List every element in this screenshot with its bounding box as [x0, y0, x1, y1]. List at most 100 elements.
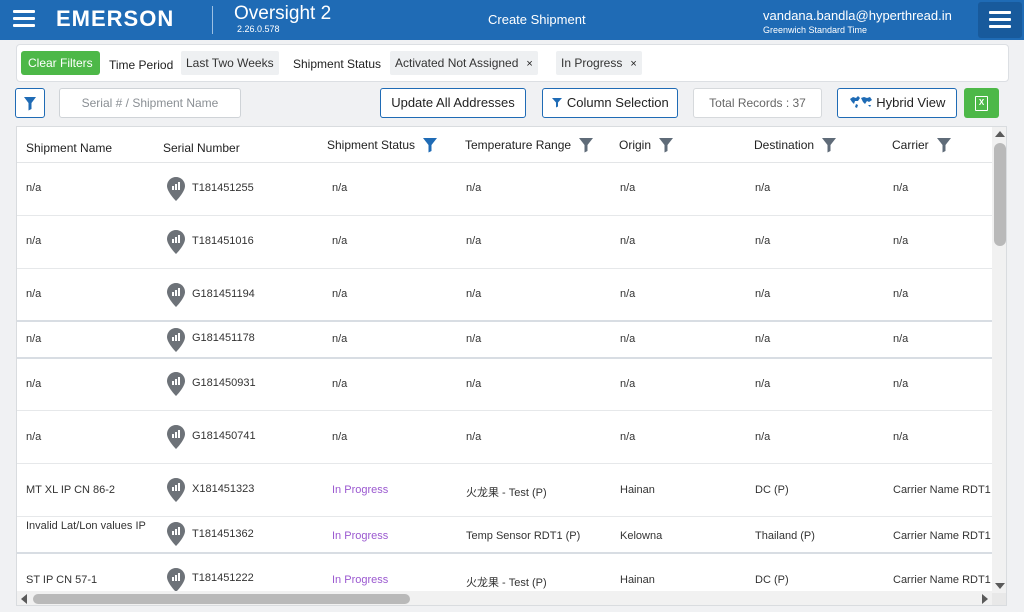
table-row[interactable]: n/a T181451255 n/a n/a n/a n/a n/a [17, 163, 992, 216]
destination-cell: Thailand (P) [755, 530, 815, 542]
column-filter-icon[interactable] [658, 137, 674, 153]
shipment-name-cell: ST IP CN 57-1 [26, 574, 98, 586]
column-filter-icon[interactable] [422, 137, 438, 153]
app-header: EMERSON Oversight 2 2.26.0.578 Create Sh… [0, 0, 1024, 40]
time-period-label: Time Period [109, 58, 174, 72]
logo-divider [212, 6, 213, 34]
destination-cell: n/a [755, 235, 771, 247]
time-period-chip[interactable]: Last Two Weeks [181, 51, 279, 75]
shipment-name-cell: MT XL IP CN 86-2 [26, 484, 116, 496]
column-filter-icon[interactable] [821, 137, 837, 153]
main-menu-icon[interactable] [13, 10, 35, 28]
column-header-shipment-status[interactable]: Shipment Status [327, 127, 438, 162]
temperature-range-cell: 火龙果 - Test (P) [466, 487, 547, 499]
column-header-label: Serial Number [163, 140, 240, 155]
vertical-scroll-thumb[interactable] [994, 143, 1006, 246]
column-header-serial-number[interactable]: Serial Number [163, 130, 240, 165]
table-row[interactable]: n/a T181451016 n/a n/a n/a n/a n/a [17, 216, 992, 269]
temperature-range-cell: n/a [466, 182, 482, 194]
horizontal-scroll-thumb[interactable] [33, 594, 410, 604]
column-header-label: Shipment Status [327, 137, 416, 152]
product-name: Oversight 2 [234, 3, 332, 24]
table-row[interactable]: ST IP CN 57-1 T181451222 In Progress 火龙果… [17, 554, 992, 594]
status-chip-in-progress[interactable]: In Progress × [556, 51, 642, 75]
table-row[interactable]: n/a G181450931 n/a n/a n/a n/a n/a [17, 359, 992, 411]
hybrid-view-button[interactable]: Hybrid View [837, 88, 957, 118]
carrier-cell: Carrier Name RDT1 [893, 484, 991, 496]
user-email[interactable]: vandana.bandla@hyperthread.in [763, 8, 952, 23]
shipment-status-cell: In Progress [332, 530, 389, 542]
scroll-up-arrow-icon[interactable] [995, 131, 1005, 137]
user-menu-button[interactable] [978, 2, 1022, 38]
serial-number-cell[interactable]: T181451016 [192, 235, 254, 247]
column-header-carrier[interactable]: Carrier [892, 127, 952, 162]
column-filter-icon[interactable] [936, 137, 952, 153]
update-all-addresses-button[interactable]: Update All Addresses [380, 88, 526, 118]
carrier-cell: Carrier Name RDT1 [893, 530, 991, 542]
scroll-right-arrow-icon[interactable] [982, 594, 988, 604]
status-chip-activated[interactable]: Activated Not Assigned × [390, 51, 538, 75]
device-location-pin-icon [167, 425, 185, 449]
serial-number-cell[interactable]: G181451194 [192, 288, 255, 300]
column-header-destination[interactable]: Destination [754, 127, 837, 162]
user-timezone: Greenwich Standard Time [763, 25, 868, 35]
brand-logo: EMERSON [56, 6, 175, 31]
serial-number-cell[interactable]: T181451362 [192, 528, 254, 540]
serial-number-cell[interactable]: G181451178 [192, 332, 255, 344]
scroll-left-arrow-icon[interactable] [21, 594, 27, 604]
hamburger-icon [989, 11, 1011, 29]
shipment-name-cell: Invalid Lat/Lon values IP [26, 520, 146, 532]
shipment-status-cell: n/a [332, 378, 348, 390]
serial-number-cell[interactable]: X181451323 [192, 483, 254, 495]
export-excel-button[interactable]: X [964, 88, 999, 118]
column-header-origin[interactable]: Origin [619, 127, 674, 162]
remove-chip-icon[interactable]: × [526, 52, 532, 76]
shipment-name-cell: n/a [26, 235, 42, 247]
column-header-label: Shipment Name [26, 140, 113, 155]
origin-cell: n/a [620, 378, 636, 390]
shipment-status-label: Shipment Status [293, 57, 382, 71]
destination-cell: n/a [755, 431, 771, 443]
table-row[interactable]: Invalid Lat/Lon values IP T181451362 In … [17, 517, 992, 554]
column-header-shipment-name[interactable]: Shipment Name [26, 130, 112, 165]
serial-search-input[interactable] [59, 88, 241, 118]
clear-filters-button[interactable]: Clear Filters [21, 51, 100, 75]
carrier-cell: n/a [893, 235, 909, 247]
destination-cell: n/a [755, 333, 771, 345]
carrier-cell: n/a [893, 378, 909, 390]
carrier-cell: n/a [893, 333, 909, 345]
shipment-status-cell: n/a [332, 288, 348, 300]
serial-number-cell[interactable]: T181451255 [192, 182, 254, 194]
table-row[interactable]: MT XL IP CN 86-2 X181451323 In Progress … [17, 464, 992, 517]
column-header-temperature-range[interactable]: Temperature Range [465, 127, 594, 162]
product-version: 2.26.0.578 [237, 24, 280, 34]
serial-number-cell[interactable]: G181450741 [192, 430, 256, 442]
device-location-pin-icon [167, 230, 185, 254]
total-records-count: Total Records : 37 [693, 88, 822, 118]
table-row[interactable]: n/a G181451194 n/a n/a n/a n/a n/a [17, 269, 992, 322]
horizontal-scrollbar[interactable] [17, 591, 992, 605]
column-selection-button[interactable]: Column Selection [542, 88, 678, 118]
scroll-down-arrow-icon[interactable] [995, 583, 1005, 589]
origin-cell: Hainan [620, 484, 655, 496]
filter-toggle-button[interactable] [15, 88, 45, 118]
carrier-cell: n/a [893, 182, 909, 194]
status-chip-label: Activated Not Assigned [395, 56, 519, 70]
serial-number-cell[interactable]: T181451222 [192, 572, 254, 584]
filter-funnel-icon [24, 97, 36, 111]
temperature-range-cell: n/a [466, 431, 482, 443]
shipment-status-cell: n/a [332, 235, 348, 247]
destination-cell: DC (P) [755, 484, 789, 496]
destination-cell: n/a [755, 288, 771, 300]
remove-chip-icon[interactable]: × [630, 52, 636, 76]
serial-number-cell[interactable]: G181450931 [192, 377, 256, 389]
page-title: Create Shipment [488, 12, 586, 27]
column-filter-icon[interactable] [578, 137, 594, 153]
table-row[interactable]: n/a G181450741 n/a n/a n/a n/a n/a [17, 411, 992, 464]
device-location-pin-icon [167, 283, 185, 307]
vertical-scrollbar[interactable] [992, 127, 1006, 593]
table-row[interactable]: n/a G181451178 n/a n/a n/a n/a n/a [17, 322, 992, 359]
carrier-cell: n/a [893, 288, 909, 300]
hybrid-view-label: Hybrid View [876, 95, 946, 110]
temperature-range-cell: n/a [466, 333, 482, 345]
